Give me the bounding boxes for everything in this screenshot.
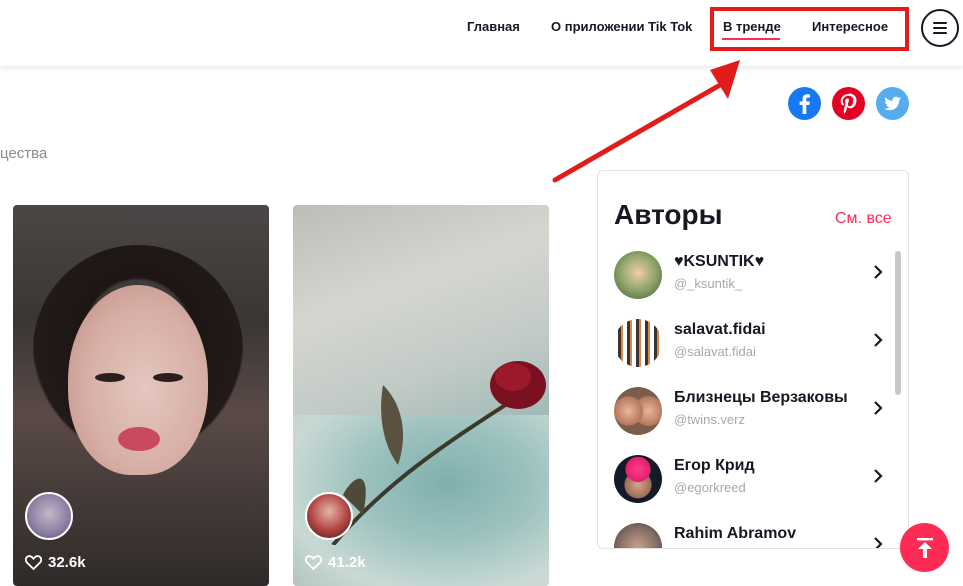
author-handle: @_ksuntik_ — [674, 276, 743, 291]
author-item[interactable]: Rahim Abramov — [614, 523, 884, 548]
back-to-top-button[interactable] — [900, 523, 949, 572]
chevron-right-icon — [874, 265, 883, 279]
avatar[interactable] — [305, 492, 353, 540]
author-name: Егор Крид — [674, 457, 755, 474]
like-count: 32.6k — [25, 554, 86, 571]
author-item[interactable]: Егор Крид @egorkreed — [614, 455, 884, 511]
avatar[interactable] — [25, 492, 73, 540]
heart-icon — [25, 555, 42, 570]
avatar — [614, 387, 662, 435]
heart-icon — [305, 555, 322, 570]
facebook-icon — [799, 94, 810, 114]
arrow-up-icon — [916, 537, 933, 558]
annotation-highlight-box — [710, 7, 909, 51]
author-item[interactable]: Близнецы Верзаковы @twins.verz — [614, 387, 884, 443]
top-nav-bar: Главная О приложении Tik Tok В тренде Ин… — [0, 0, 963, 66]
nav-link-about-app[interactable]: О приложении Tik Tok — [551, 19, 692, 34]
author-item[interactable]: ♥KSUNTIK♥ @_ksuntik_ — [614, 251, 884, 307]
author-handle: @egorkreed — [674, 480, 746, 495]
video-card[interactable]: 41.2k — [293, 205, 549, 586]
video-card[interactable]: 32.6k — [13, 205, 269, 586]
author-handle: @twins.verz — [674, 412, 745, 427]
author-name: ♥KSUNTIK♥ — [674, 253, 765, 270]
pinterest-icon — [840, 93, 857, 114]
see-all-link[interactable]: См. все — [835, 210, 892, 228]
facebook-share-button[interactable] — [788, 87, 821, 120]
author-name: Близнецы Верзаковы — [674, 389, 848, 406]
chevron-right-icon — [874, 401, 883, 415]
authors-title: Авторы — [614, 199, 723, 230]
menu-button[interactable] — [921, 9, 959, 47]
pinterest-share-button[interactable] — [832, 87, 865, 120]
video-thumbnail-rose — [331, 361, 546, 545]
author-name: Rahim Abramov — [674, 525, 797, 542]
avatar — [614, 251, 662, 299]
truncated-heading-text: цества — [0, 145, 48, 162]
twitter-icon — [884, 96, 901, 111]
author-name: salavat.fidai — [674, 321, 766, 338]
avatar — [614, 319, 662, 367]
chevron-right-icon — [874, 469, 883, 483]
avatar — [614, 523, 662, 548]
hamburger-icon — [933, 22, 947, 24]
avatar — [614, 455, 662, 503]
author-item[interactable]: salavat.fidai @salavat.fidai — [614, 319, 884, 375]
twitter-share-button[interactable] — [876, 87, 909, 120]
chevron-right-icon — [874, 333, 883, 347]
author-handle: @salavat.fidai — [674, 344, 756, 359]
authors-panel: Авторы См. все ♥KSUNTIK♥ @_ksuntik_ sala… — [597, 170, 909, 549]
like-count: 41.2k — [305, 554, 366, 571]
nav-link-home[interactable]: Главная — [467, 19, 520, 34]
authors-scrollbar[interactable] — [895, 251, 901, 395]
chevron-right-icon — [874, 537, 883, 548]
